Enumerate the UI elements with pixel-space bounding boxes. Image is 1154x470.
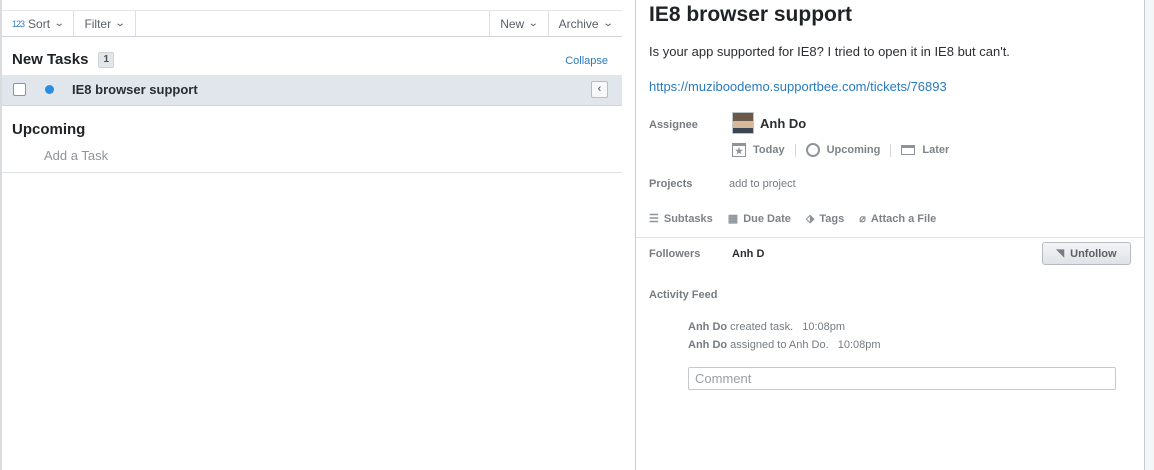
task-detail-title[interactable]: IE8 browser support	[649, 3, 852, 27]
chevron-down-icon: ⌄	[527, 18, 539, 29]
sort-button[interactable]: 123 Sort ⌄	[2, 11, 75, 36]
projects-label: Projects	[649, 178, 693, 190]
task-title: IE8 browser support	[72, 82, 198, 97]
due-today-option[interactable]: ★ Today	[732, 143, 785, 157]
avatar	[732, 112, 754, 134]
box-icon	[901, 145, 916, 155]
due-upcoming-option[interactable]: Upcoming	[805, 143, 881, 157]
due-later-option[interactable]: Later	[901, 144, 949, 156]
due-today-label: Today	[753, 144, 785, 156]
new-tasks-count-badge: 1	[98, 51, 114, 68]
right-gutter	[1145, 0, 1154, 470]
task-checkbox[interactable]	[13, 83, 26, 96]
attach-file-label: Attach a File	[870, 212, 937, 225]
divider	[636, 237, 1144, 238]
task-actions: ☰ Subtasks ▦ Due Date ⬗ Tags ⌀ Attach a …	[649, 212, 951, 226]
unfollow-button[interactable]: ◥ Unfollow	[1042, 242, 1131, 265]
subtasks-label: Subtasks	[663, 212, 713, 225]
unfollow-label: Unfollow	[1070, 247, 1117, 260]
add-task-input[interactable]: Add a Task	[44, 148, 108, 163]
divider	[2, 172, 622, 173]
activity-time: 10:08pm	[802, 321, 846, 333]
calendar-star-icon: ★	[732, 143, 746, 157]
activity-item: Anh Do assigned to Anh Do. 10:08pm	[688, 339, 881, 351]
subtasks-button[interactable]: ☰ Subtasks	[649, 212, 713, 226]
divider	[794, 143, 796, 157]
assignee-name[interactable]: Anh Do	[760, 116, 806, 131]
filter-button[interactable]: Filter ⌄	[74, 11, 136, 36]
chevron-down-icon: ⌄	[602, 18, 614, 29]
filter-label: Filter	[84, 16, 112, 31]
collapse-link[interactable]: Collapse	[565, 55, 608, 67]
comment-input[interactable]	[688, 367, 1116, 390]
task-row[interactable]: IE8 browser support ‹	[2, 75, 622, 106]
list-toolbar: 123 Sort ⌄ Filter ⌄ New ⌄ Archive ⌄	[2, 10, 622, 37]
sort-numeric-icon: 123	[12, 18, 25, 29]
activity-text: assigned to Anh Do.	[730, 339, 829, 351]
upcoming-heading: Upcoming	[12, 121, 86, 138]
calendar-icon: ▦	[727, 213, 739, 225]
divider	[890, 143, 892, 157]
activity-time: 10:08pm	[837, 339, 881, 351]
followers-label: Followers	[649, 248, 701, 260]
tags-button[interactable]: ⬗ Tags	[805, 212, 845, 226]
archive-label: Archive	[558, 16, 599, 31]
assignee-label: Assignee	[649, 119, 698, 131]
collapse-details-button[interactable]: ‹	[591, 81, 608, 98]
activity-feed-label: Activity Feed	[649, 289, 718, 301]
due-upcoming-label: Upcoming	[826, 144, 881, 156]
due-date-label: Due Date	[743, 212, 791, 225]
tags-label: Tags	[819, 212, 845, 225]
paperclip-icon: ⌀	[859, 213, 866, 225]
new-button[interactable]: New ⌄	[489, 11, 549, 36]
activity-text: created task.	[730, 321, 794, 333]
task-description[interactable]: Is your app supported for IE8? I tried t…	[649, 44, 1010, 59]
task-detail-pane: IE8 browser support Is your app supporte…	[635, 0, 1145, 470]
ticket-link[interactable]: https://muziboodemo.supportbee.com/ticke…	[649, 79, 947, 94]
archive-button[interactable]: Archive ⌄	[549, 11, 622, 36]
new-tasks-heading-label: New Tasks	[12, 51, 89, 68]
rss-icon: ◥	[1056, 248, 1065, 259]
task-list-pane: 123 Sort ⌄ Filter ⌄ New ⌄ Archive ⌄ New …	[0, 0, 622, 470]
list-icon: ☰	[649, 213, 659, 225]
new-label: New	[500, 16, 525, 31]
due-options: ★ Today Upcoming Later	[732, 143, 949, 157]
unread-dot-icon	[45, 85, 54, 94]
due-date-button[interactable]: ▦ Due Date	[727, 212, 791, 226]
due-later-label: Later	[922, 144, 950, 156]
activity-actor[interactable]: Anh Do	[688, 339, 727, 351]
add-project-link[interactable]: add to project	[729, 178, 796, 190]
activity-actor[interactable]: Anh Do	[688, 321, 727, 333]
circle-icon	[805, 143, 820, 157]
chevron-down-icon: ⌄	[114, 18, 126, 29]
tag-icon: ⬗	[805, 213, 815, 225]
activity-item: Anh Do created task. 10:08pm	[688, 321, 845, 333]
attach-file-button[interactable]: ⌀ Attach a File	[859, 212, 937, 226]
sort-label: Sort	[28, 16, 51, 31]
follower-name[interactable]: Anh D	[732, 248, 764, 260]
new-tasks-heading: New Tasks 1	[12, 51, 114, 68]
chevron-down-icon: ⌄	[53, 18, 65, 29]
